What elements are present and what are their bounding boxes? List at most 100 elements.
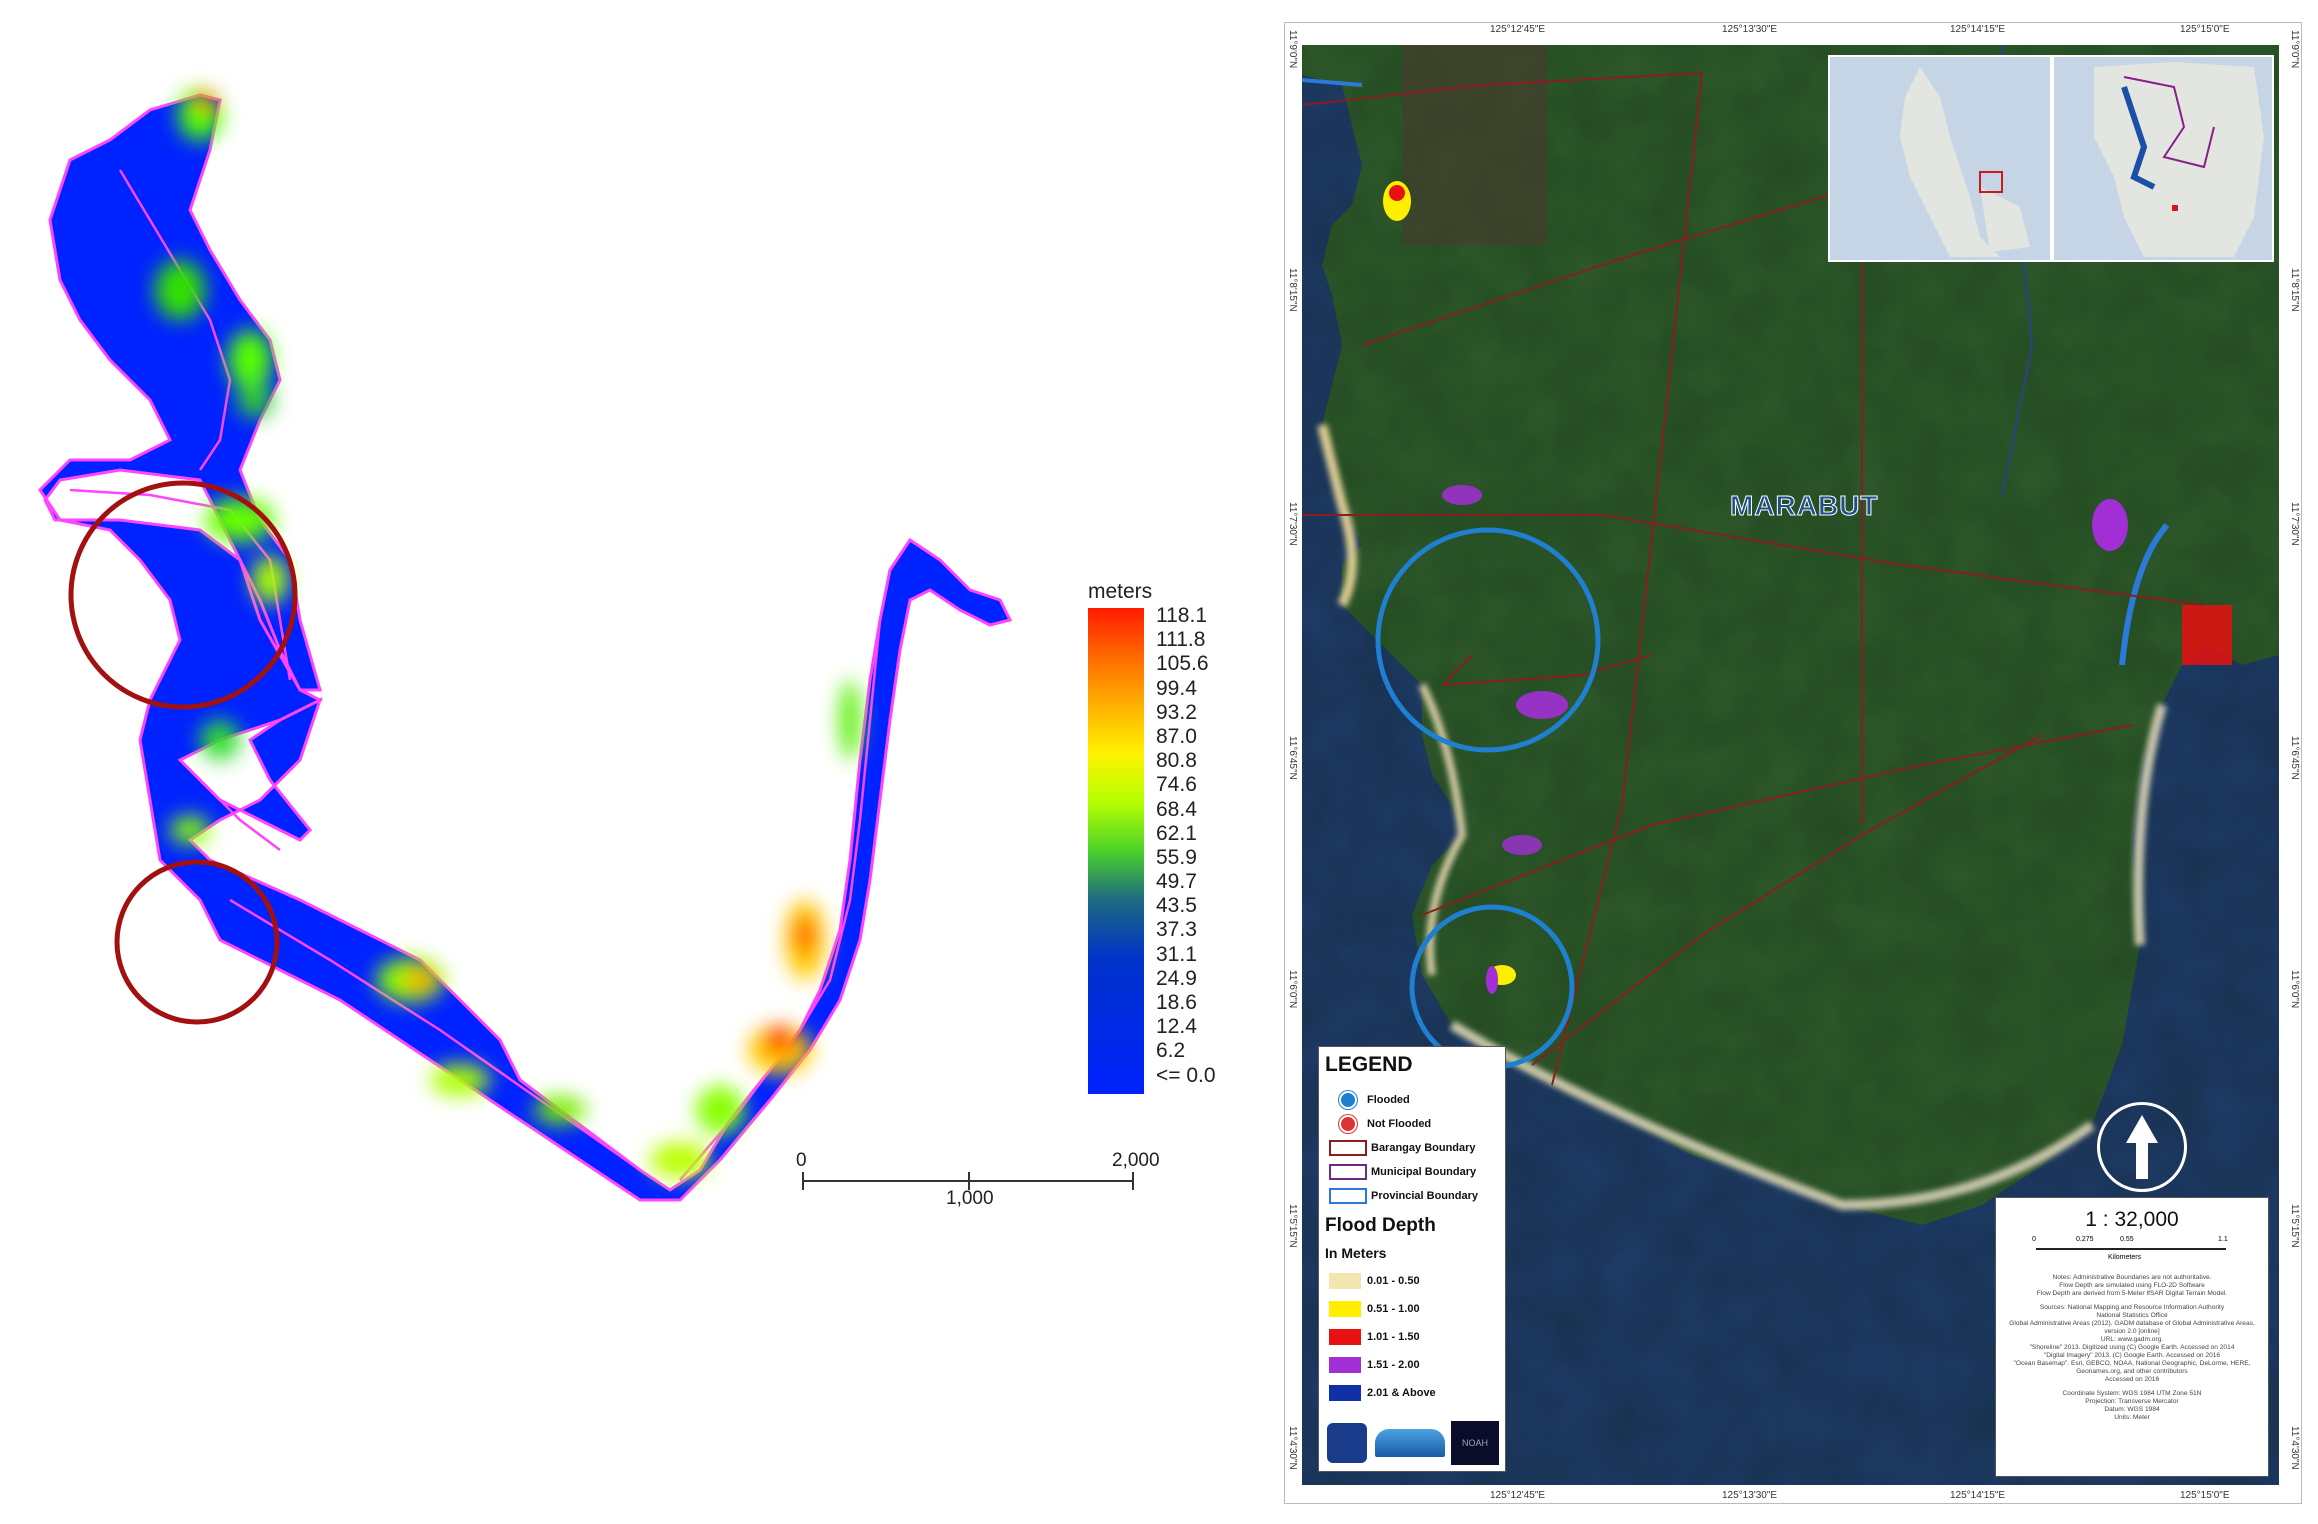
- ramp-label: 111.8: [1156, 628, 1206, 652]
- not-flooded-dot-icon: [1339, 1115, 1357, 1133]
- location-box-icon: [2172, 205, 2178, 211]
- side-coord-label-right: 11°9'0"N: [2289, 30, 2300, 69]
- philippines-inset-map: [1828, 55, 2052, 262]
- side-coord-label: 11°9'0"N: [1287, 30, 1298, 69]
- ramp-label: 6.2: [1156, 1039, 1186, 1063]
- ramp-label: 49.7: [1156, 870, 1197, 894]
- depth-swatch: [1329, 1385, 1361, 1401]
- bottom-coord-label: 125°15'0"E: [2180, 1490, 2230, 1501]
- side-coord-label: 11°5'15"N: [1287, 1204, 1298, 1248]
- noah-logo-icon: NOAH: [1451, 1421, 1499, 1465]
- side-coord-label-right: 11°7'30"N: [2289, 502, 2300, 546]
- side-coord-label-right: 11°8'15"N: [2289, 268, 2300, 312]
- ramp-label: 68.4: [1156, 797, 1197, 821]
- scale-tick-label: 0.55: [2120, 1236, 2134, 1243]
- ramp-label: 93.2: [1156, 700, 1197, 724]
- flood-patch: [2182, 605, 2232, 665]
- side-coord-label: 11°4'30"N: [1287, 1426, 1298, 1470]
- scale-label-mid: 1,000: [946, 1188, 994, 1209]
- note-line: Sources: National Mapping and Resource I…: [2039, 1304, 2225, 1311]
- side-coord-label: 11°6'0"N: [1287, 970, 1298, 1009]
- legend-barangay: Barangay Boundary: [1329, 1140, 1476, 1156]
- top-coord-label: 125°15'0"E: [2180, 24, 2230, 35]
- inset-drawing: [2054, 57, 2272, 260]
- municipal-boundary-swatch: [1329, 1164, 1367, 1180]
- depth-class-label: 0.51 - 1.00: [1367, 1302, 1420, 1315]
- side-coord-label-right: 11°6'0"N: [2289, 970, 2300, 1009]
- flood-depth-title: Flood Depth: [1325, 1215, 1436, 1236]
- legend-provincial-label: Provincial Boundary: [1371, 1189, 1478, 1202]
- flood-patch: [1502, 835, 1542, 855]
- wave-logo-icon: [1375, 1429, 1445, 1457]
- legend-depth-class: 1.01 - 1.50: [1329, 1329, 1420, 1345]
- note-line: Accessed on 2016: [2104, 1376, 2160, 1383]
- legend-flooded-label: Flooded: [1367, 1093, 1410, 1106]
- scale-label-end: 2,000: [1112, 1150, 1160, 1171]
- ramp-label: 18.6: [1156, 991, 1197, 1014]
- legend-flooded: Flooded: [1329, 1091, 1410, 1109]
- depth-color-ramp: [1088, 608, 1144, 1094]
- side-coord-label: 11°8'15"N: [1287, 268, 1298, 312]
- legend-not-flooded: Not Flooded: [1329, 1115, 1431, 1133]
- note-line: National Statistics Office: [2096, 1312, 2168, 1319]
- left-scale-bar: 0 1,000 2,000: [790, 1150, 1160, 1220]
- scale-and-notes-box: 1 : 32,000 0 0.275 0.55 1.1 Kilometers N…: [1995, 1197, 2269, 1477]
- legend-depth-class: 2.01 & Above: [1329, 1385, 1436, 1401]
- flooded-dot-icon: [1339, 1091, 1357, 1109]
- flood-patch: [2092, 499, 2128, 551]
- map-notes: Notes: Administrative Boundaries are not…: [2008, 1274, 2256, 1422]
- depth-ramp-labels: 118.1 111.8 105.6 99.4 93.2 87.0 80.8 74…: [1156, 604, 1266, 1088]
- side-coord-label-right: 11°6'45"N: [2289, 736, 2300, 780]
- barangay-boundary-swatch: [1329, 1140, 1367, 1156]
- ramp-label: 24.9: [1156, 966, 1197, 990]
- ramp-label: 74.6: [1156, 773, 1197, 797]
- scale-bar-line: [2036, 1248, 2226, 1250]
- note-line: Projection: Transverse Mercator: [2085, 1398, 2179, 1405]
- inset-drawing: [1830, 57, 2050, 260]
- scale-tick-label: 0.275: [2076, 1236, 2094, 1243]
- flood-patch: [1442, 485, 1482, 505]
- top-coord-label: 125°13'30"E: [1722, 24, 1778, 35]
- bottom-coord-label: 125°12'45"E: [1490, 1490, 1546, 1501]
- scale-ratio: 1 : 32,000: [2085, 1208, 2179, 1231]
- ramp-label: 62.1: [1156, 821, 1197, 845]
- bottom-coord-label: 125°14'15"E: [1950, 1490, 2006, 1501]
- note-line: "Shoreline" 2013. Digitized using (C) Go…: [2029, 1344, 2235, 1351]
- ramp-label: 118.1: [1156, 604, 1207, 627]
- ramp-label: 80.8: [1156, 749, 1197, 773]
- provincial-boundary-swatch: [1329, 1188, 1367, 1204]
- ramp-label: 12.4: [1156, 1015, 1197, 1039]
- flood-patch: [1389, 185, 1405, 201]
- depth-class-label: 1.01 - 1.50: [1367, 1330, 1420, 1343]
- flood-depth-raster-map: [38, 89, 1013, 1202]
- legend-municipal-label: Municipal Boundary: [1371, 1165, 1477, 1178]
- note-line: "Ocean Basemap". Esri, GEBCO, NOAA, Nati…: [2013, 1360, 2251, 1375]
- depth-swatch: [1329, 1329, 1361, 1345]
- ramp-label: 105.6: [1156, 652, 1209, 676]
- flood-patch: [1486, 966, 1498, 994]
- depth-class-label: 1.51 - 2.00: [1367, 1358, 1420, 1371]
- side-coord-label-right: 11°4'30"N: [2289, 1426, 2300, 1470]
- scale-tick-label: 1.1: [2218, 1236, 2228, 1243]
- legend-provincial: Provincial Boundary: [1329, 1188, 1478, 1204]
- depth-swatch: [1329, 1357, 1361, 1373]
- note-line: Coordinate System: WGS 1984 UTM Zone 51N: [2062, 1390, 2202, 1397]
- note-line: URL: www.gadm.org.: [2100, 1336, 2164, 1343]
- top-coord-label: 125°14'15"E: [1950, 24, 2006, 35]
- legend-title: LEGEND: [1325, 1053, 1413, 1076]
- scale-tick: [802, 1172, 804, 1190]
- depth-legend-title: meters: [1088, 580, 1153, 603]
- agency-logo-icon: [1327, 1423, 1367, 1463]
- north-arrow-icon: [2097, 1102, 2187, 1192]
- legend-not-flooded-label: Not Flooded: [1367, 1117, 1432, 1130]
- note-line: Notes: Administrative Boundaries are not…: [2052, 1274, 2212, 1281]
- legend-barangay-label: Barangay Boundary: [1371, 1141, 1476, 1154]
- ramp-label: 55.9: [1156, 845, 1197, 869]
- side-coord-label-right: 11°5'15"N: [2289, 1204, 2300, 1248]
- depth-swatch: [1329, 1301, 1361, 1317]
- note-line: "Digital Imagery" 2013. (C) Google Earth…: [2043, 1352, 2221, 1359]
- note-line: Datum: WGS 1984: [2104, 1406, 2160, 1413]
- ramp-label: 43.5: [1156, 894, 1197, 918]
- map-legend: LEGEND Flooded Not Flooded Barangay Boun…: [1318, 1046, 1506, 1472]
- in-meters-label: In Meters: [1325, 1245, 1387, 1261]
